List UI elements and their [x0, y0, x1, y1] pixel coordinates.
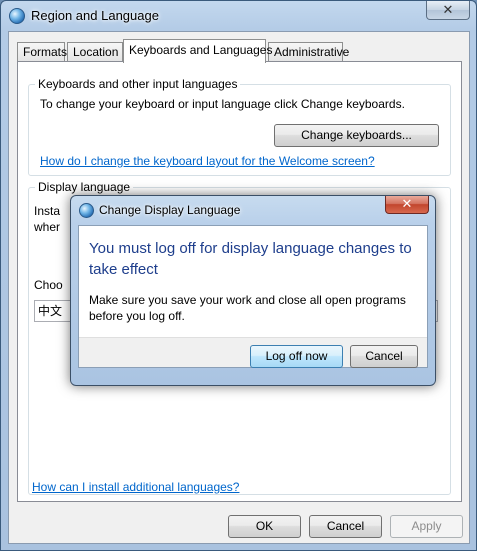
dialog-close-button[interactable]: ✕ [385, 196, 429, 214]
tab-location[interactable]: Location [67, 42, 123, 62]
choose-language-label: Choo [34, 278, 63, 292]
globe-icon [79, 203, 94, 218]
keyboards-group: Keyboards and other input languages To c… [28, 77, 451, 176]
window-close-button[interactable]: ✕ [426, 1, 470, 20]
log-off-now-button[interactable]: Log off now [250, 345, 343, 368]
ok-button[interactable]: OK [228, 515, 301, 538]
apply-button[interactable]: Apply [390, 515, 463, 538]
tab-formats[interactable]: Formats [17, 42, 67, 62]
change-display-language-dialog: Change Display Language ✕ You must log o… [70, 195, 436, 386]
dialog-content-text: Make sure you save your work and close a… [89, 293, 406, 323]
dialog-cancel-button[interactable]: Cancel [350, 345, 418, 368]
dialog-title: Change Display Language [99, 203, 241, 217]
dialog-body: You must log off for display language ch… [78, 225, 428, 368]
display-language-legend: Display language [35, 180, 134, 194]
cancel-button[interactable]: Cancel [309, 515, 382, 538]
keyboards-instruction: To change your keyboard or input languag… [40, 97, 405, 111]
keyboards-group-legend: Keyboards and other input languages [35, 77, 241, 91]
tab-keyboards-and-languages[interactable]: Keyboards and Languages [123, 39, 272, 63]
globe-icon [9, 8, 25, 24]
dialog-button-bar: Log off now Cancel [79, 337, 427, 368]
install-text-line2: wher [34, 220, 61, 234]
tab-administrative[interactable]: Administrative [268, 42, 349, 62]
title-bar[interactable]: Region and Language ✕ [1, 1, 476, 31]
window-title: Region and Language [31, 8, 159, 23]
dialog-main-instruction: You must log off for display language ch… [89, 240, 412, 278]
selected-language: 中文 [38, 304, 63, 318]
change-keyboards-button[interactable]: Change keyboards... [274, 124, 439, 147]
welcome-screen-keyboard-link[interactable]: How do I change the keyboard layout for … [40, 154, 375, 168]
install-languages-link[interactable]: How can I install additional languages? [32, 480, 239, 494]
install-text-line1: Insta [34, 204, 61, 218]
